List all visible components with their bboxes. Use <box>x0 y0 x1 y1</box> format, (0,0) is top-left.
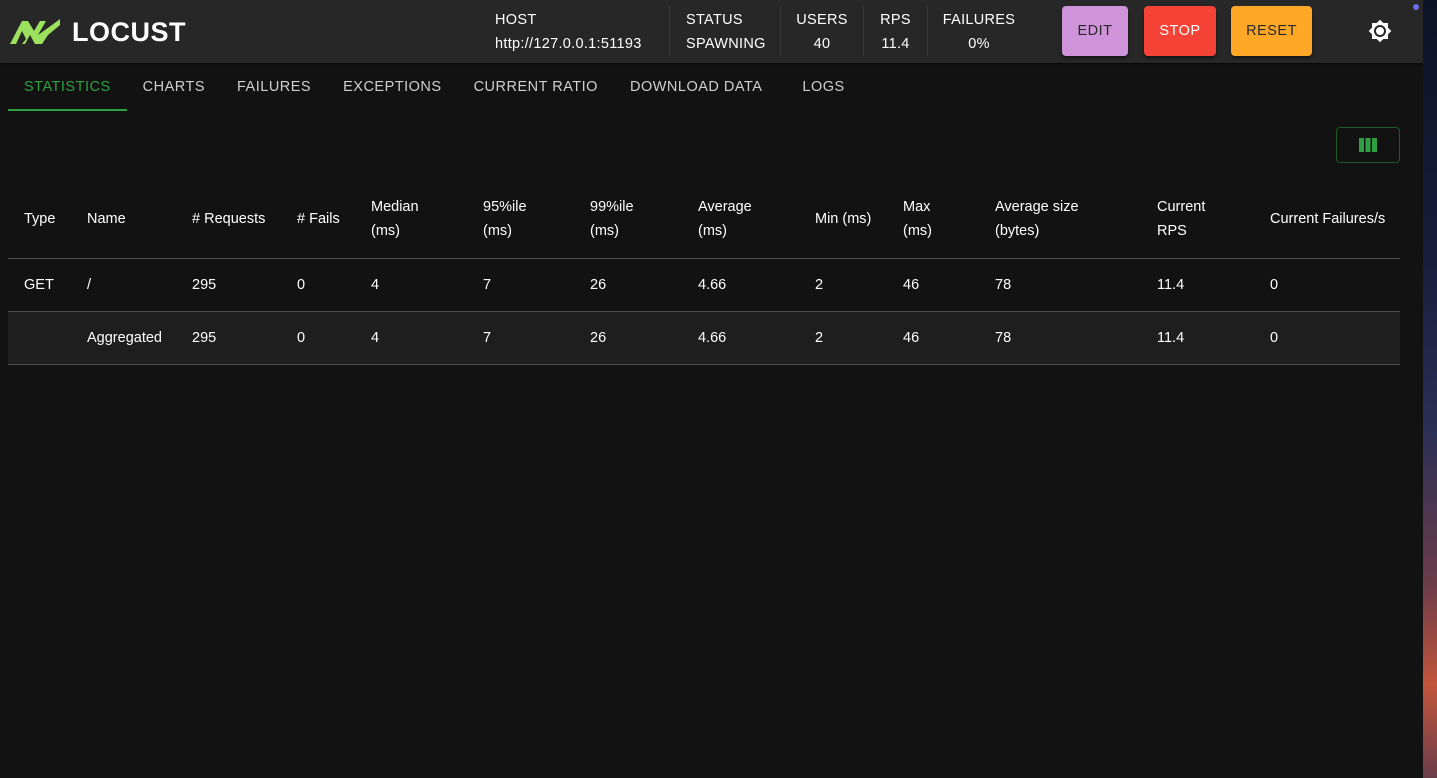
header-average-size[interactable]: Average size (bytes) <box>995 180 1079 258</box>
cell-fails: 0 <box>297 330 306 346</box>
stat-rps-value: 11.4 <box>881 35 910 52</box>
header-current-failures[interactable]: Current Failures/s <box>1270 180 1385 258</box>
cell-min: 2 <box>815 330 824 346</box>
edit-button[interactable]: EDIT <box>1062 6 1128 56</box>
stat-divider <box>927 6 928 56</box>
stat-host: HOST http://127.0.0.1:51193 <box>495 0 642 63</box>
cell-median: 4 <box>371 330 380 346</box>
brightness-icon <box>1368 19 1392 43</box>
header-average-line1: Average <box>698 199 752 215</box>
cell-p95: 7 <box>483 330 492 346</box>
stat-divider <box>669 6 670 56</box>
header-current-rps-line1: Current <box>1157 199 1206 215</box>
locust-logo-icon <box>10 19 60 44</box>
top-bar: LOCUST HOST http://127.0.0.1:51193 STATU… <box>0 0 1423 63</box>
stat-users-value: 40 <box>813 35 831 52</box>
cell-current-rps: 11.4 <box>1157 330 1185 346</box>
theme-toggle-button[interactable] <box>1364 15 1396 47</box>
header-fails[interactable]: # Fails <box>297 180 340 258</box>
cell-max: 46 <box>903 277 920 293</box>
cell-median: 4 <box>371 277 380 293</box>
header-current-rps[interactable]: Current RPS <box>1157 180 1205 258</box>
stat-status: STATUS SPAWNING <box>686 0 766 63</box>
cell-requests: 295 <box>192 330 217 346</box>
header-average-size-line2: (bytes) <box>995 223 1040 239</box>
tab-failures[interactable]: FAILURES <box>221 63 327 111</box>
stat-host-value: http://127.0.0.1:51193 <box>495 35 642 52</box>
stat-failures-value: 0% <box>968 35 990 52</box>
cell-name: / <box>87 277 92 293</box>
table-row-aggregated: Aggregated 295 0 4 7 26 4.66 2 46 78 11.… <box>8 312 1400 365</box>
reset-button[interactable]: RESET <box>1231 6 1312 56</box>
cell-average: 4.66 <box>698 330 727 346</box>
cell-name: Aggregated <box>87 330 162 346</box>
stat-status-value: SPAWNING <box>686 35 766 52</box>
tab-logs[interactable]: LOGS <box>786 63 860 111</box>
tab-charts[interactable]: CHARTS <box>127 63 221 111</box>
header-requests[interactable]: # Requests <box>192 180 265 258</box>
tab-current-ratio[interactable]: CURRENT RATIO <box>458 63 614 111</box>
header-median[interactable]: Median (ms) <box>371 180 419 258</box>
table-row: GET / 295 0 4 7 26 4.66 2 46 78 11.4 0 <box>8 259 1400 312</box>
cell-p99: 26 <box>590 330 607 346</box>
locust-app: LOCUST HOST http://127.0.0.1:51193 STATU… <box>0 0 1423 778</box>
stat-rps: RPS 11.4 <box>879 0 912 63</box>
header-median-line1: Median <box>371 199 419 215</box>
cell-p99: 26 <box>590 277 607 293</box>
cell-average: 4.66 <box>698 277 727 293</box>
stat-users: USERS 40 <box>796 0 848 63</box>
cell-requests: 295 <box>192 277 217 293</box>
header-max-line1: Max <box>903 199 931 215</box>
notification-dot <box>1413 4 1419 10</box>
header-type[interactable]: Type <box>24 180 55 258</box>
header-p99-line1: 99%ile <box>590 199 634 215</box>
tab-exceptions[interactable]: EXCEPTIONS <box>327 63 457 111</box>
desktop-wallpaper-edge <box>1423 0 1437 778</box>
header-current-rps-line2: RPS <box>1157 223 1187 239</box>
locust-logo[interactable]: LOCUST <box>8 16 186 48</box>
header-p99-line2: (ms) <box>590 223 619 239</box>
stat-divider <box>780 6 781 56</box>
cell-fails: 0 <box>297 277 306 293</box>
cell-p95: 7 <box>483 277 492 293</box>
table-header-row: Type Name # Requests # Fails Median (ms)… <box>8 180 1400 259</box>
cell-type: GET <box>24 277 54 293</box>
header-average-size-line1: Average size <box>995 199 1079 215</box>
cell-average-size: 78 <box>995 277 1012 293</box>
cell-current-failures: 0 <box>1270 330 1279 346</box>
tab-download-data[interactable]: DOWNLOAD DATA <box>614 63 786 111</box>
header-max-line2: (ms) <box>903 223 932 239</box>
stat-failures: FAILURES 0% <box>942 0 1016 63</box>
cell-average-size: 78 <box>995 330 1012 346</box>
stat-host-label: HOST <box>495 11 537 28</box>
tab-bar: STATISTICS CHARTS FAILURES EXCEPTIONS CU… <box>8 63 861 111</box>
header-average[interactable]: Average (ms) <box>698 180 752 258</box>
statistics-table: Type Name # Requests # Fails Median (ms)… <box>8 180 1400 365</box>
header-median-line2: (ms) <box>371 223 400 239</box>
header-p95-line2: (ms) <box>483 223 512 239</box>
view-column-icon <box>1359 138 1377 152</box>
header-max[interactable]: Max (ms) <box>903 180 932 258</box>
stat-divider <box>863 6 864 56</box>
column-selector-button[interactable] <box>1336 127 1400 163</box>
stat-users-label: USERS <box>796 11 848 28</box>
stat-status-label: STATUS <box>686 11 743 28</box>
tab-statistics[interactable]: STATISTICS <box>8 63 127 111</box>
cell-max: 46 <box>903 330 920 346</box>
header-name[interactable]: Name <box>87 180 126 258</box>
stat-failures-label: FAILURES <box>942 11 1016 28</box>
header-min[interactable]: Min (ms) <box>815 180 871 258</box>
header-p95[interactable]: 95%ile (ms) <box>483 180 527 258</box>
cell-current-rps: 11.4 <box>1157 277 1185 293</box>
stop-button[interactable]: STOP <box>1144 6 1216 56</box>
stat-rps-label: RPS <box>880 11 911 28</box>
cell-min: 2 <box>815 277 824 293</box>
header-p95-line1: 95%ile <box>483 199 527 215</box>
logo-text: LOCUST <box>72 16 186 47</box>
header-average-line2: (ms) <box>698 223 727 239</box>
header-p99[interactable]: 99%ile (ms) <box>590 180 634 258</box>
cell-current-failures: 0 <box>1270 277 1279 293</box>
